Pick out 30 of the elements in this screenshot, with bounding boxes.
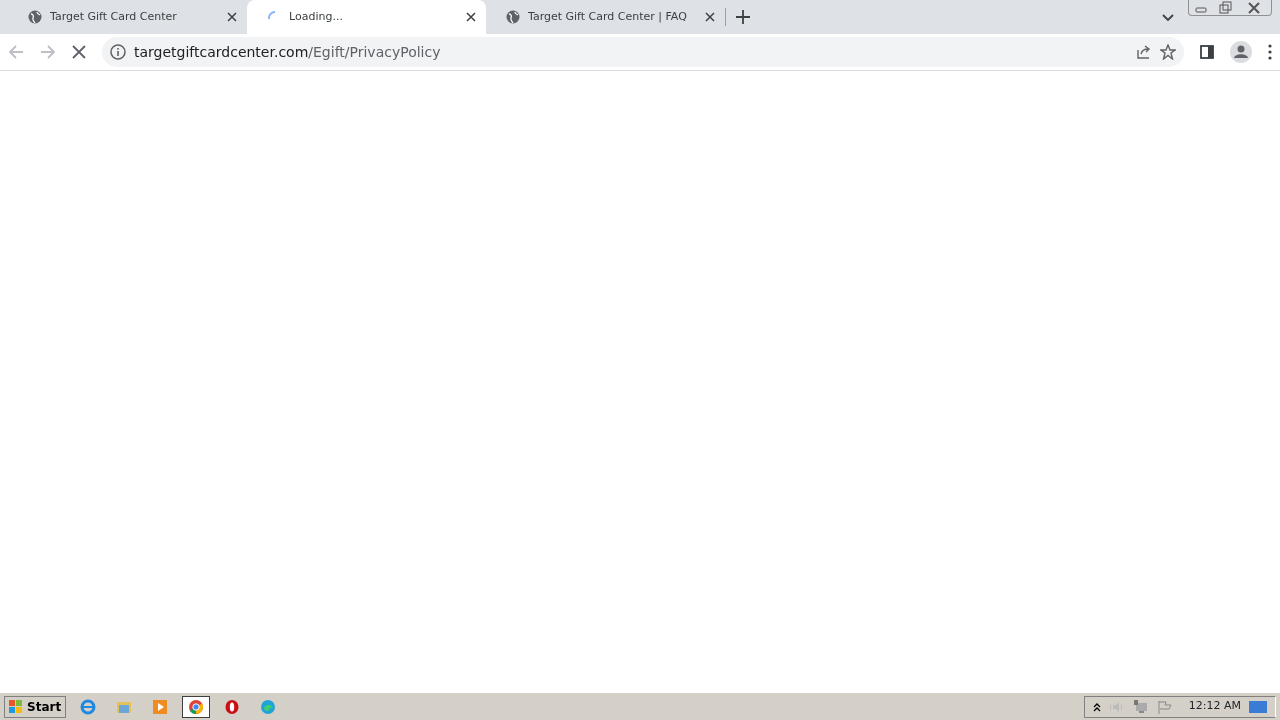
stop-icon[interactable]	[72, 45, 86, 59]
globe-icon	[506, 10, 520, 24]
close-icon[interactable]	[227, 12, 237, 22]
chevron-up-icon[interactable]	[1092, 701, 1101, 712]
profile-icon[interactable]	[1230, 41, 1252, 63]
close-icon[interactable]	[705, 12, 715, 22]
star-icon[interactable]	[1160, 44, 1176, 60]
windows-logo-icon	[9, 699, 23, 714]
address-bar[interactable]: targetgiftcardcenter.com/Egift/PrivacyPolicy	[102, 37, 1184, 67]
clock: 12:12 AM	[1188, 698, 1241, 715]
edge-icon	[260, 698, 277, 715]
browser-tab[interactable]: Loading...	[247, 0, 486, 34]
browser-tab[interactable]: Target Gift Card Center | FAQ	[486, 0, 725, 34]
new-tab-icon[interactable]	[736, 10, 750, 24]
network-icon[interactable]	[1132, 699, 1149, 714]
browser-tab[interactable]: Target Gift Card Center	[8, 0, 247, 34]
close-icon[interactable]	[466, 12, 476, 22]
share-icon[interactable]	[1136, 44, 1152, 60]
start-button[interactable]: Start	[4, 695, 67, 718]
side-panel-icon[interactable]	[1200, 45, 1214, 59]
chevron-icon[interactable]	[1162, 14, 1174, 22]
menu-icon[interactable]	[1268, 44, 1272, 60]
ie-icon	[80, 698, 97, 715]
chrome-icon	[188, 698, 205, 715]
show-desktop-icon[interactable]	[1249, 700, 1267, 713]
opera-icon	[224, 698, 241, 715]
info-icon[interactable]	[110, 44, 126, 60]
globe-icon	[28, 10, 42, 24]
taskbar-button[interactable]	[182, 695, 211, 718]
media-player-icon	[152, 698, 169, 715]
